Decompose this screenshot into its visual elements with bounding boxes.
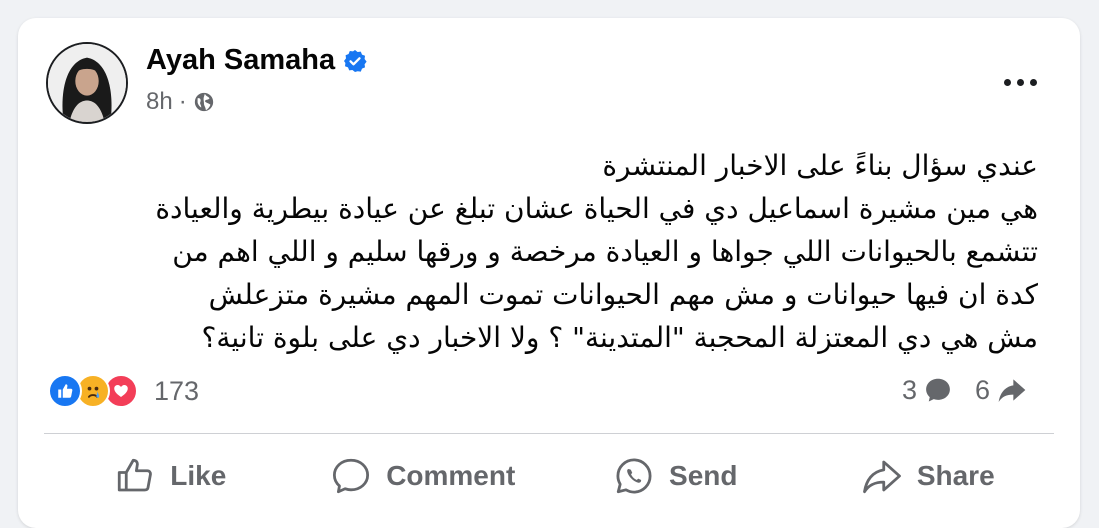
like-icon (48, 374, 82, 408)
action-bar: Like Comment Send Share (44, 446, 1054, 506)
share-outline-icon (862, 460, 901, 494)
post-text-line: تتشمع بالحيوانات اللي جواها و العيادة مر… (172, 235, 1038, 268)
post-text-line: عندي سؤال بناءً على الاخبار المنتشرة (602, 149, 1038, 182)
dot-icon (1029, 78, 1037, 86)
post-meta: 8h · (146, 88, 215, 116)
send-label: Send (669, 460, 738, 491)
globe-icon[interactable] (193, 91, 215, 113)
post-text-line: كدة ان فيها حيوانات و مش مهم الحيوانات ت… (208, 278, 1038, 311)
divider (44, 433, 1054, 434)
post-text-line: هي مين مشيرة اسماعيل دي في الحياة عشان ت… (155, 192, 1038, 225)
comment-bubble-icon (926, 378, 950, 402)
comment-outline-icon (333, 458, 370, 494)
like-outline-icon (118, 458, 153, 492)
share-label: Share (916, 460, 995, 491)
send-button[interactable]: Send (549, 446, 802, 506)
post-text: عندي سؤال بناءً على الاخبار المنتشرة هي … (58, 144, 1038, 359)
post-time[interactable]: 8h (146, 88, 173, 116)
reactions-count: 173 (154, 375, 200, 406)
engagement-stats: 3 6 (902, 374, 1028, 406)
shares-stat[interactable]: 6 (975, 374, 1028, 406)
post-text-line: مش هي دي المعتزلة المحجبة "المتدينة" ؟ و… (201, 321, 1038, 354)
comment-label: Comment (386, 460, 516, 491)
reactions-summary[interactable]: 173 (48, 374, 199, 408)
post-card: Ayah Samaha 8h · عندي سؤال بناءً على الا… (18, 18, 1080, 528)
whatsapp-icon (616, 458, 652, 494)
comments-stat[interactable]: 3 (902, 375, 953, 406)
meta-separator: · (178, 88, 187, 115)
dot-icon (1003, 78, 1011, 86)
verified-badge-icon (344, 49, 367, 72)
comments-count: 3 (901, 374, 917, 405)
shares-count: 6 (974, 374, 990, 405)
author-row: Ayah Samaha (146, 44, 367, 77)
more-options-button[interactable] (998, 64, 1042, 100)
like-label: Like (170, 460, 227, 491)
reaction-icons (48, 374, 138, 408)
avatar[interactable] (46, 42, 128, 124)
author-name[interactable]: Ayah Samaha (146, 44, 335, 77)
like-button[interactable]: Like (44, 446, 297, 506)
dot-icon (1016, 78, 1024, 86)
share-arrow-icon (998, 379, 1026, 402)
profile-photo (48, 44, 126, 122)
share-button[interactable]: Share (802, 446, 1055, 506)
comment-button[interactable]: Comment (297, 446, 550, 506)
